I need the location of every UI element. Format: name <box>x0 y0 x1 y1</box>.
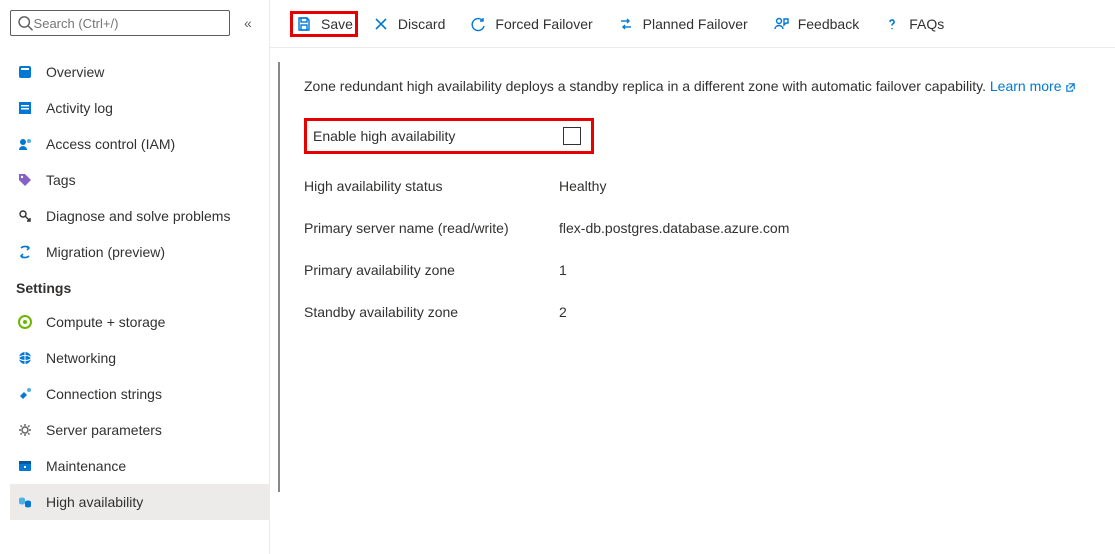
sidebar-section-settings: Settings <box>10 270 269 304</box>
search-input[interactable] <box>34 16 223 31</box>
status-label: High availability status <box>304 178 559 194</box>
standby-zone-label: Standby availability zone <box>304 304 559 320</box>
faqs-icon <box>883 15 901 33</box>
discard-button[interactable]: Discard <box>362 11 455 37</box>
sidebar-item-label: Connection strings <box>46 386 162 402</box>
planned-failover-label: Planned Failover <box>643 16 748 32</box>
enable-ha-checkbox[interactable] <box>563 127 581 145</box>
sidebar-item-label: Server parameters <box>46 422 162 438</box>
sidebar: « Overview Activity log Access control (… <box>0 0 270 554</box>
sidebar-item-label: Activity log <box>46 100 113 116</box>
sidebar-item-label: Migration (preview) <box>46 244 165 260</box>
sidebar-item-overview[interactable]: Overview <box>10 54 269 90</box>
connection-strings-icon <box>16 385 34 403</box>
primary-zone-label: Primary availability zone <box>304 262 559 278</box>
discard-icon <box>372 15 390 33</box>
search-box[interactable] <box>10 10 230 36</box>
learn-more-link[interactable]: Learn more <box>990 78 1076 94</box>
tags-icon <box>16 171 34 189</box>
discard-label: Discard <box>398 16 445 32</box>
overview-icon <box>16 63 34 81</box>
status-row: High availability status Healthy <box>304 178 1085 194</box>
standby-zone-value: 2 <box>559 304 567 320</box>
external-link-icon <box>1065 82 1076 93</box>
forced-failover-icon <box>469 15 487 33</box>
sidebar-item-networking[interactable]: Networking <box>10 340 269 376</box>
sidebar-item-migration[interactable]: Migration (preview) <box>10 234 269 270</box>
sidebar-item-label: Overview <box>46 64 104 80</box>
sidebar-item-label: Maintenance <box>46 458 126 474</box>
enable-ha-label: Enable high availability <box>313 128 563 144</box>
standby-zone-row: Standby availability zone 2 <box>304 304 1085 320</box>
description-text: Zone redundant high availability deploys… <box>304 78 990 94</box>
primary-zone-value: 1 <box>559 262 567 278</box>
networking-icon <box>16 349 34 367</box>
primary-server-row: Primary server name (read/write) flex-db… <box>304 220 1085 236</box>
sidebar-item-label: Diagnose and solve problems <box>46 208 230 224</box>
forced-failover-button[interactable]: Forced Failover <box>459 11 602 37</box>
feedback-icon <box>772 15 790 33</box>
sidebar-item-server-parameters[interactable]: Server parameters <box>10 412 269 448</box>
high-availability-icon <box>16 493 34 511</box>
feedback-label: Feedback <box>798 16 859 32</box>
feedback-button[interactable]: Feedback <box>762 11 869 37</box>
access-control-icon <box>16 135 34 153</box>
enable-ha-row: Enable high availability <box>304 118 594 154</box>
toolbar: Save Discard Forced Failover Planned Fai… <box>270 0 1115 48</box>
planned-failover-icon <box>617 15 635 33</box>
primary-server-value: flex-db.postgres.database.azure.com <box>559 220 789 236</box>
main-panel: Save Discard Forced Failover Planned Fai… <box>270 0 1115 554</box>
sidebar-item-high-availability[interactable]: High availability <box>10 484 269 520</box>
forced-failover-label: Forced Failover <box>495 16 592 32</box>
collapse-sidebar-button[interactable]: « <box>244 15 252 31</box>
activity-log-icon <box>16 99 34 117</box>
sidebar-item-compute-storage[interactable]: Compute + storage <box>10 304 269 340</box>
sidebar-item-maintenance[interactable]: Maintenance <box>10 448 269 484</box>
faqs-button[interactable]: FAQs <box>873 11 954 37</box>
sidebar-item-access-control[interactable]: Access control (IAM) <box>10 126 269 162</box>
save-label: Save <box>321 16 353 32</box>
sidebar-item-label: Tags <box>46 172 76 188</box>
save-button[interactable]: Save <box>290 11 358 37</box>
compute-storage-icon <box>16 313 34 331</box>
sidebar-item-diagnose[interactable]: Diagnose and solve problems <box>10 198 269 234</box>
sidebar-item-tags[interactable]: Tags <box>10 162 269 198</box>
search-icon <box>17 14 34 32</box>
sidebar-item-connection-strings[interactable]: Connection strings <box>10 376 269 412</box>
diagnose-icon <box>16 207 34 225</box>
sidebar-item-activity-log[interactable]: Activity log <box>10 90 269 126</box>
save-icon <box>295 15 313 33</box>
maintenance-icon <box>16 457 34 475</box>
server-parameters-icon <box>16 421 34 439</box>
sidebar-item-label: Networking <box>46 350 116 366</box>
primary-zone-row: Primary availability zone 1 <box>304 262 1085 278</box>
migration-icon <box>16 243 34 261</box>
faqs-label: FAQs <box>909 16 944 32</box>
primary-server-label: Primary server name (read/write) <box>304 220 559 236</box>
content-area: Zone redundant high availability deploys… <box>270 48 1115 346</box>
sidebar-item-label: Compute + storage <box>46 314 165 330</box>
description: Zone redundant high availability deploys… <box>304 78 1085 94</box>
sidebar-item-label: Access control (IAM) <box>46 136 175 152</box>
status-value: Healthy <box>559 178 606 194</box>
planned-failover-button[interactable]: Planned Failover <box>607 11 758 37</box>
content-separator <box>278 62 280 492</box>
sidebar-item-label: High availability <box>46 494 143 510</box>
